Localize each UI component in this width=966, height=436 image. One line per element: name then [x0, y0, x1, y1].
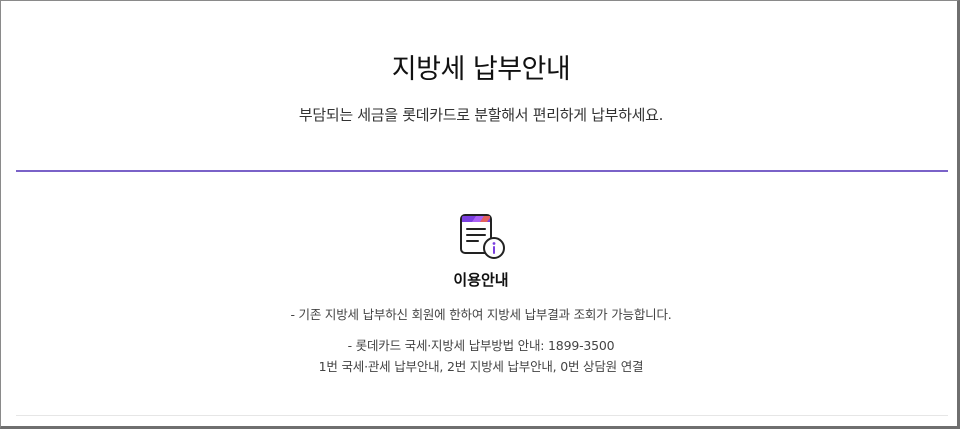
phone-guide-text: - 롯데카드 국세·지방세 납부방법 안내: 1899-3500: [347, 338, 615, 353]
page-title: 지방세 납부안내: [391, 54, 571, 85]
main-panel: 지방세 납부안내 부담되는 세금을 롯데카드로 분할해서 편리하게 납부하세요.…: [0, 0, 960, 429]
info-heading: 이용안내: [453, 271, 509, 289]
document-info-icon: [460, 214, 505, 259]
bottom-divider: [16, 415, 948, 416]
info-notice-text: - 기존 지방세 납부하신 회원에 한하여 지방세 납부결과 조회가 가능합니다…: [290, 307, 672, 322]
page-subtitle: 부담되는 세금을 롯데카드로 분할해서 편리하게 납부하세요.: [298, 106, 664, 124]
phone-menu-text: 1번 국세·관세 납부안내, 2번 지방세 납부안내, 0번 상담원 연결: [318, 359, 644, 374]
section-divider: [16, 170, 948, 172]
